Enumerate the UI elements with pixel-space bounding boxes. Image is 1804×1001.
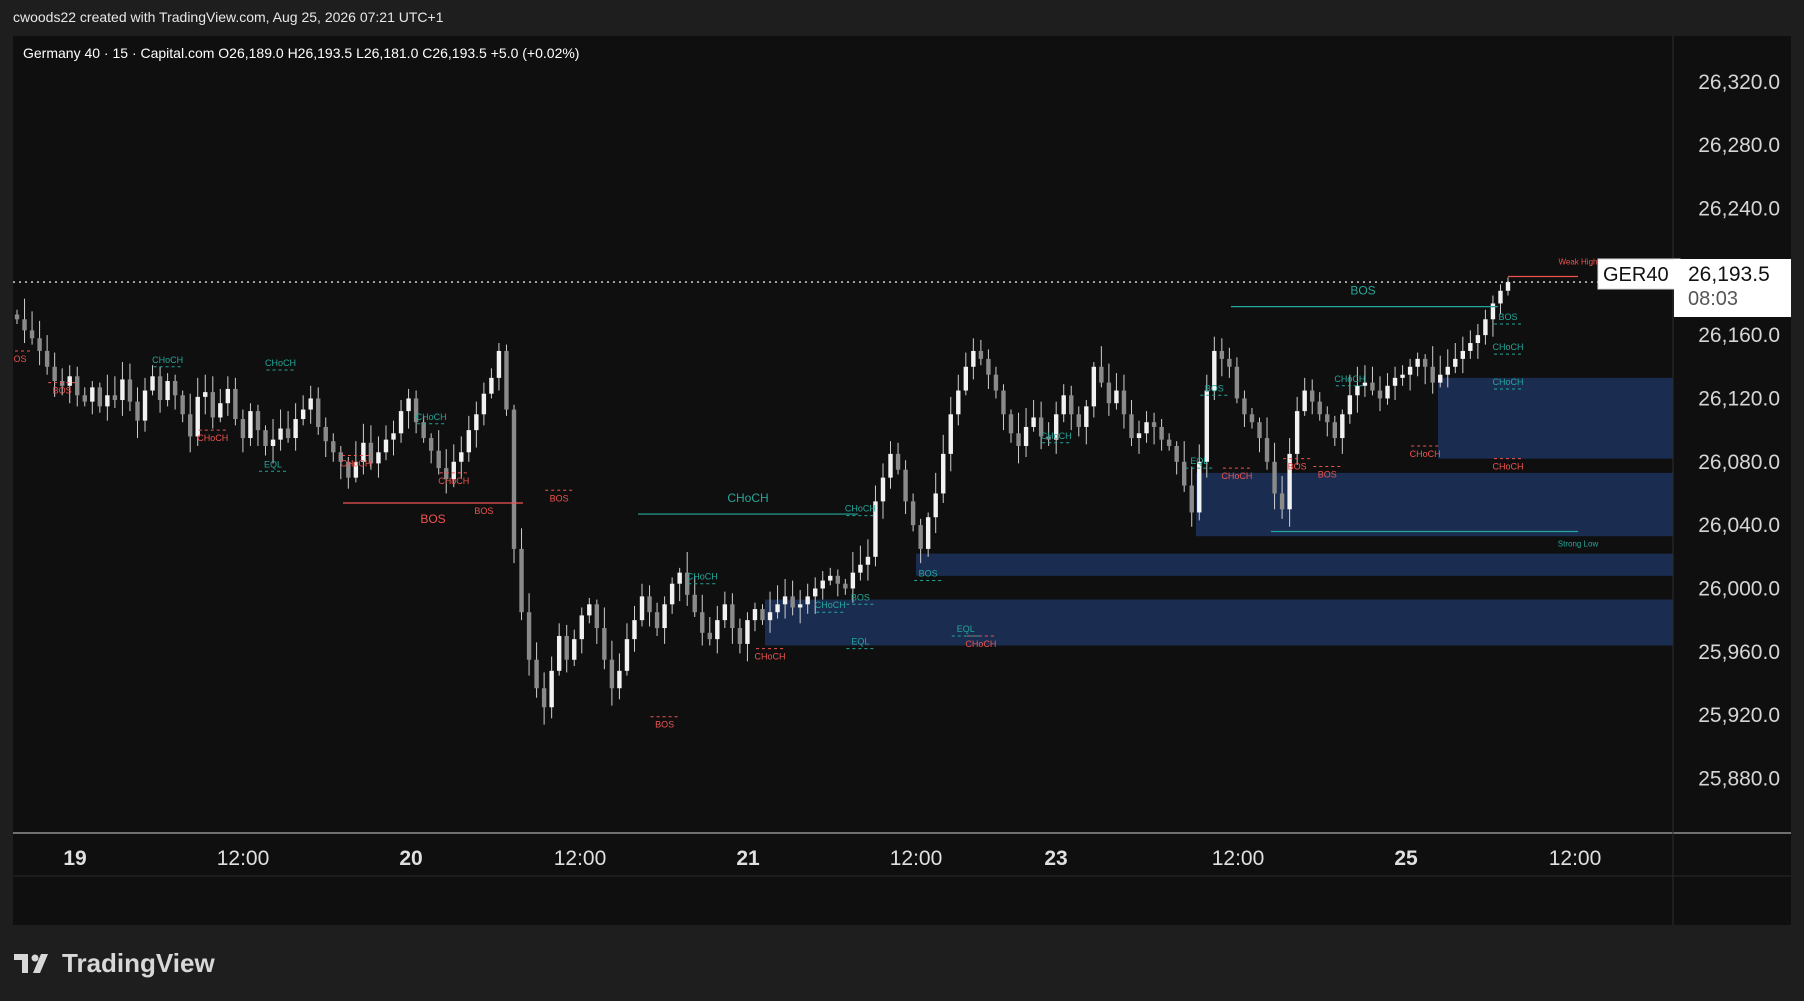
tradingview-logo-icon: [14, 953, 48, 973]
structure-label: CHoCH: [265, 358, 296, 368]
structure-label: CHoCH: [1410, 449, 1441, 459]
structure-label: EQL: [957, 624, 975, 634]
y-tick-label: 26,280.0: [1698, 134, 1780, 157]
symbol-badge: GER40: [1603, 264, 1669, 286]
order-block-zone: [916, 553, 1673, 576]
structure-label: CHoCH: [1221, 471, 1252, 481]
structure-label: BOS: [1498, 312, 1517, 322]
order-block-zone: [1438, 377, 1673, 459]
y-tick-label: 25,960.0: [1698, 641, 1780, 664]
x-tick-label: 19: [63, 847, 86, 870]
candle: [504, 344, 509, 416]
structure-label: CHoCH: [152, 355, 183, 365]
structure-label: BOS: [1288, 462, 1307, 472]
structure-label: BOS: [53, 386, 72, 396]
structure-label: BOS: [919, 569, 938, 579]
y-tick-label: 26,320.0: [1698, 71, 1780, 94]
weak-high-label: Weak High: [1559, 258, 1598, 267]
structure-label: EQL: [1190, 456, 1208, 466]
x-tick-label: 12:00: [1212, 847, 1265, 870]
x-tick-label: 20: [399, 847, 422, 870]
logo-text: TradingView: [62, 948, 215, 978]
structure-label: BOS: [655, 720, 674, 730]
tradingview-logo[interactable]: TradingView: [14, 948, 215, 979]
chart-caption: cwoods22 created with TradingView.com, A…: [13, 9, 444, 25]
structure-label: CHoCH: [815, 600, 846, 610]
chart-canvas[interactable]: BOS BOS CHoCH CHoCH CHoCH EQL CHoCH CHoCH CHoCH B…: [13, 36, 1791, 925]
strong-low-label: Strong Low: [1558, 539, 1599, 548]
structure-label: BOS: [13, 354, 27, 364]
structure-label: CHoCH: [687, 572, 718, 582]
order-block-zone: [765, 599, 1673, 646]
y-tick-label: 26,000.0: [1698, 577, 1780, 600]
chart-title: Germany 40 · 15 · Capital.com O26,189.0 …: [23, 45, 579, 61]
y-tick-label: 26,040.0: [1698, 514, 1780, 537]
x-tick-label: 23: [1044, 847, 1067, 870]
y-tick-label: 25,880.0: [1698, 767, 1780, 790]
structure-label: EQL: [264, 459, 282, 469]
structure-label: CHoCH: [197, 433, 228, 443]
structure-label: CHoCH: [1334, 374, 1365, 384]
y-tick-label: 26,120.0: [1698, 387, 1780, 410]
structure-label: BOS: [1318, 470, 1337, 480]
x-tick-label: 25: [1394, 847, 1418, 870]
y-tick-label: 26,160.0: [1698, 324, 1780, 347]
structure-label: CHoCH: [1041, 431, 1072, 441]
candle: [511, 404, 517, 564]
structure-label: CHoCH: [965, 639, 996, 649]
y-tick-label: 26,080.0: [1698, 451, 1780, 474]
structure-label: BOS: [1205, 383, 1224, 393]
order-block-zone: [1196, 472, 1673, 537]
major-structure-label: BOS: [1350, 284, 1375, 298]
major-structure-label: CHoCH: [727, 491, 768, 505]
structure-label: CHoCH: [438, 476, 469, 486]
countdown-label: 08:03: [1688, 288, 1738, 310]
x-tick-label: 21: [736, 847, 760, 870]
last-price-label: 26,193.5: [1688, 263, 1770, 286]
structure-label: BOS: [851, 592, 870, 602]
structure-label: CHoCH: [1492, 462, 1523, 472]
x-tick-label: 12:00: [217, 847, 270, 870]
structure-label: BOS: [550, 493, 569, 503]
structure-label: CHoCH: [416, 412, 447, 422]
structure-label: CHoCH: [845, 504, 876, 514]
chart-frame[interactable]: BOS BOS CHoCH CHoCH CHoCH EQL CHoCH CHoCH CHoCH B…: [13, 36, 1791, 925]
structure-label: CHoCH: [1492, 342, 1523, 352]
structure-label: EQL: [851, 637, 869, 647]
x-tick-label: 12:00: [1549, 847, 1602, 870]
structure-label: BOS: [474, 506, 493, 516]
structure-label: CHoCH: [755, 652, 786, 662]
structure-label: CHoCH: [1492, 377, 1523, 387]
x-tick-label: 12:00: [890, 847, 943, 870]
x-tick-label: 12:00: [554, 847, 607, 870]
major-structure-label: BOS: [420, 512, 445, 526]
structure-label: CHoCH: [340, 458, 371, 468]
y-tick-label: 26,240.0: [1698, 197, 1780, 220]
y-tick-label: 25,920.0: [1698, 704, 1780, 727]
